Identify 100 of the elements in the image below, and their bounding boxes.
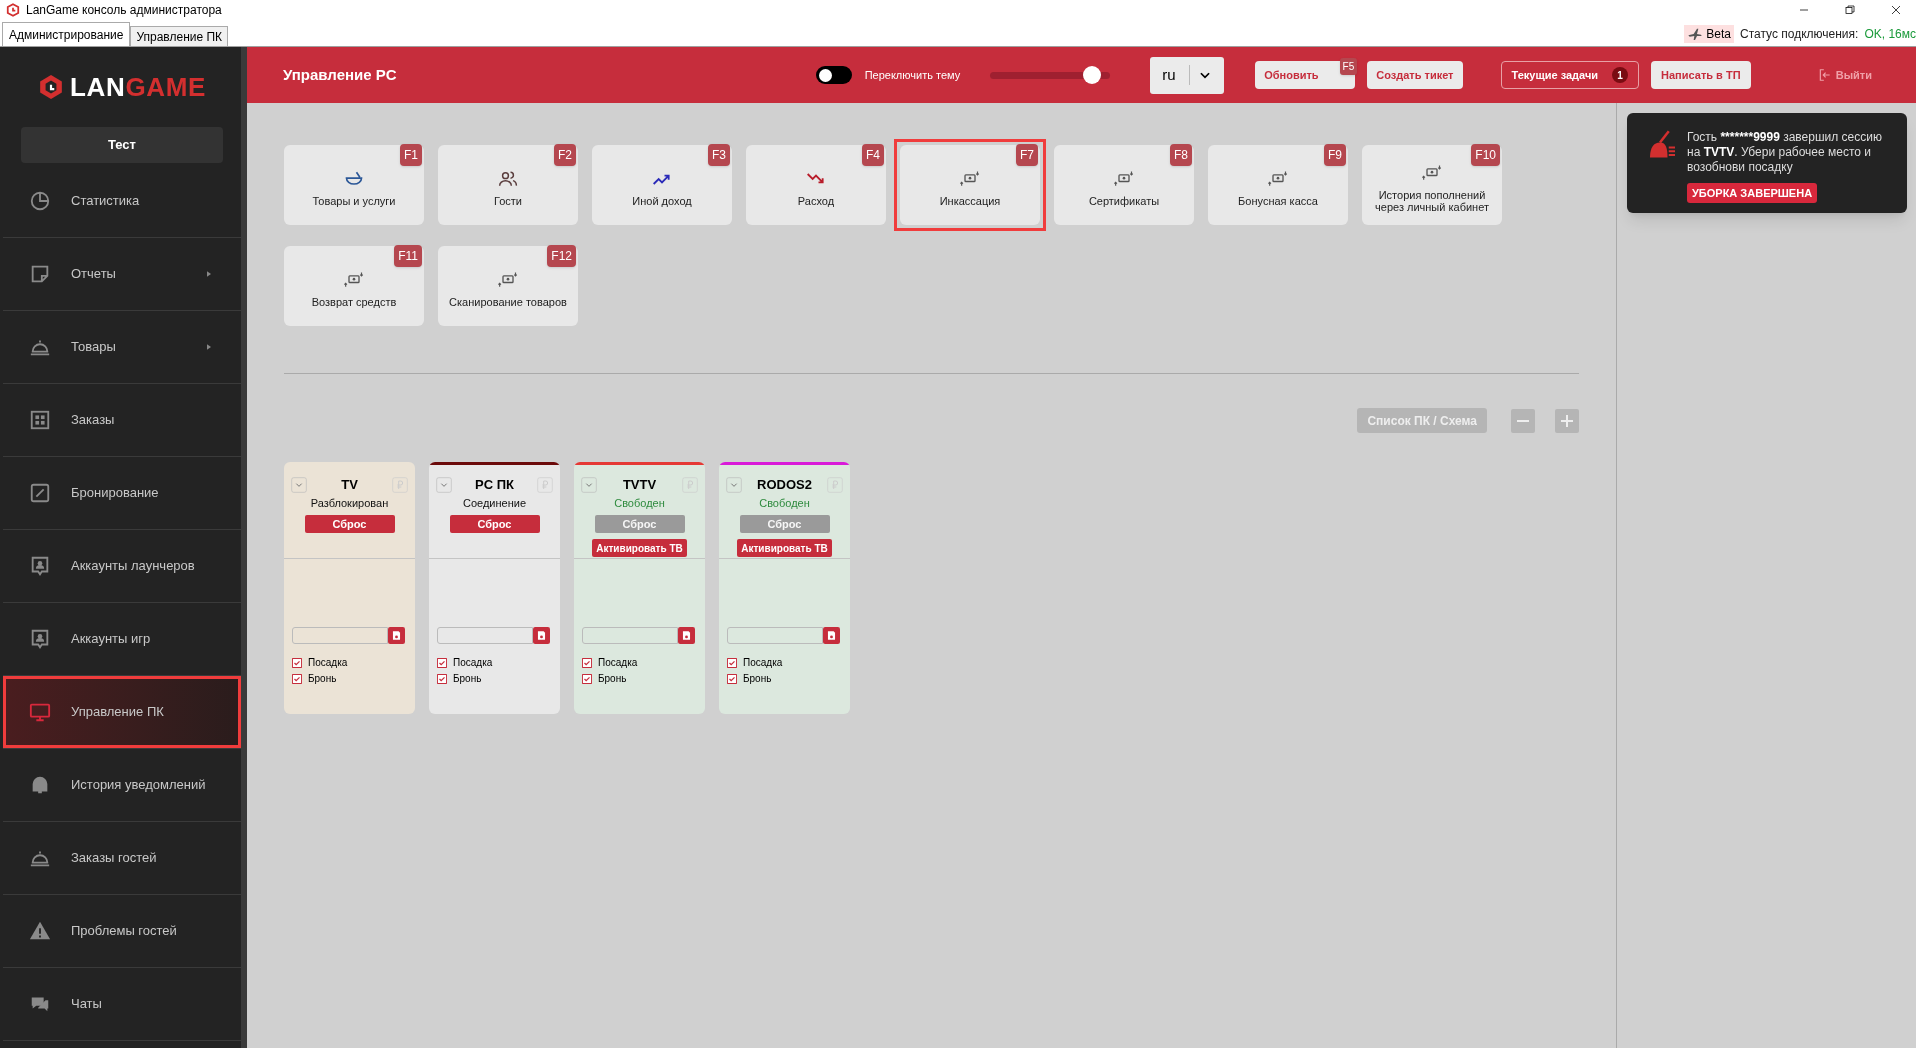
action-tile[interactable]: F9 Бонусная касса (1208, 145, 1348, 225)
tab[interactable]: Управление ПК (130, 26, 229, 46)
edit-icon (29, 482, 51, 504)
action-tile[interactable]: F8 Сертификаты (1054, 145, 1194, 225)
checkbox-label: Бронь (308, 672, 337, 686)
support-button[interactable]: Написать в ТП (1651, 61, 1751, 89)
action-tile[interactable]: F12 Сканирование товаров (438, 246, 578, 326)
sidebar-item[interactable]: Аккаунты игр (3, 603, 241, 676)
notification-message: Гость *******9999 завершил сессию на TVTV. Убери рабочее место и возобнови посадку (1687, 130, 1883, 175)
reset-button[interactable]: Сброс (449, 515, 540, 533)
sidebar-item[interactable]: Заказы (3, 384, 241, 457)
pc-card[interactable]: TVTV Свободен Сброс Активировать ТВ Посадка Бронь (574, 462, 705, 714)
pc-status: Соединение (463, 495, 526, 511)
action-tile[interactable]: F2 Гости (438, 145, 578, 225)
theme-toggle[interactable] (815, 66, 852, 84)
theme-toggle-label: Переключить тему (864, 67, 961, 83)
action-tile[interactable]: F4 Расход (746, 145, 886, 225)
pc-card[interactable]: RODOS2 Свободен Сброс Активировать ТВ Посадка Бронь (719, 462, 850, 714)
sidebar-item[interactable]: Управление ПК (3, 676, 241, 749)
action-tile[interactable]: F10 История пополнений через личный кабинет (1362, 145, 1502, 225)
note-field[interactable] (582, 627, 678, 644)
note-field[interactable] (292, 627, 388, 644)
cleaning-done-button[interactable]: УБОРКА ЗАВЕРШЕНА (1687, 183, 1818, 203)
shortcut-badge: F4 (862, 144, 884, 166)
logout-icon (1817, 68, 1832, 82)
sidebar-item[interactable]: Чаты (3, 968, 241, 1041)
pc-card[interactable]: TV Разблокирован Сброс Посадка Бронь (284, 462, 415, 714)
checkbox[interactable] (727, 673, 737, 684)
shortcut-badge: F11 (394, 245, 422, 267)
restore-icon[interactable] (1844, 4, 1856, 16)
page-title: Управление PC (283, 64, 397, 85)
current-tasks-button[interactable]: Текущие задачи 1 (1500, 61, 1640, 89)
checkbox-label: Посадка (453, 656, 493, 670)
save-icon[interactable] (388, 627, 405, 644)
shortcut-badge: F7 (1016, 144, 1038, 166)
sidebar-item[interactable]: Бронирование (3, 457, 241, 530)
close-icon[interactable] (1890, 4, 1902, 16)
pc-name: RODOS2 (756, 476, 813, 494)
checkbox[interactable] (727, 657, 737, 668)
action-tile[interactable]: F3 Иной доход (592, 145, 732, 225)
checkbox[interactable] (292, 657, 302, 668)
checkbox-label: Бронь (453, 672, 482, 686)
pc-status: Разблокирован (310, 495, 389, 511)
checkbox[interactable] (437, 673, 447, 684)
profile-button[interactable]: Тест (21, 127, 223, 163)
warning-icon (29, 920, 51, 942)
checkbox[interactable] (582, 673, 592, 684)
status-label: Статус подключения: (1740, 26, 1859, 43)
sidebar-item[interactable]: Отчеты (3, 238, 241, 311)
tab[interactable]: Администрирование (2, 22, 131, 46)
shortcut-badge: F3 (708, 144, 730, 166)
action-tile[interactable]: F1 Товары и услуги (284, 145, 424, 225)
activate-tv-button[interactable]: Активировать ТВ (592, 539, 687, 557)
sidebar-item[interactable]: Товары (3, 311, 241, 384)
sidebar-item[interactable]: История уведомлений (3, 749, 241, 822)
language-select[interactable]: ru (1150, 56, 1225, 94)
user-card-icon (29, 555, 51, 577)
window-title: LanGame консоль администратора (26, 2, 222, 19)
checkbox-label: Посадка (743, 656, 783, 670)
action-tile[interactable]: F7 Инкассация (900, 145, 1040, 225)
save-icon[interactable] (678, 627, 695, 644)
pc-card[interactable]: PC ПК Соединение Сброс Посадка Бронь (429, 462, 560, 714)
monitor-icon (29, 701, 51, 723)
user-card-icon (29, 628, 51, 650)
create-ticket-button[interactable]: Создать тикет (1367, 61, 1463, 89)
checkbox[interactable] (292, 673, 302, 684)
action-tile[interactable]: F11 Возврат средств (284, 246, 424, 326)
checkbox[interactable] (437, 657, 447, 668)
airplane-icon (1687, 26, 1704, 42)
note-field[interactable] (437, 627, 533, 644)
shortcut-badge: F1 (400, 144, 422, 166)
status-value: OK, 16мс (1864, 26, 1916, 43)
save-icon[interactable] (533, 627, 550, 644)
shortcut-badge: F10 (1471, 144, 1500, 166)
slider-thumb[interactable] (1083, 65, 1102, 84)
note-field[interactable] (727, 627, 823, 644)
logo-text: LANGAME (70, 74, 206, 100)
sidebar-item[interactable]: Проблемы гостей (3, 895, 241, 968)
count-badge: 1 (1612, 67, 1629, 83)
shortcut-badge: F9 (1324, 144, 1346, 166)
checkbox[interactable] (582, 657, 592, 668)
shortcut-badge: F2 (554, 144, 576, 166)
app-logo-icon (6, 3, 20, 17)
reset-button[interactable]: Сброс (304, 515, 395, 533)
checkbox-label: Посадка (308, 656, 348, 670)
sidebar-item[interactable]: Заказы гостей (3, 822, 241, 895)
checkbox-label: Бронь (743, 672, 772, 686)
activate-tv-button[interactable]: Активировать ТВ (737, 539, 832, 557)
pc-name: PC ПК (474, 476, 515, 494)
pie-chart-icon (29, 190, 51, 212)
pc-name: TV (340, 476, 359, 494)
shortcut-badge: F5 (1339, 58, 1358, 75)
sidebar-item[interactable]: Аккаунты лаунчеров (3, 530, 241, 603)
logo-icon (38, 72, 64, 102)
sidebar-item[interactable]: Статистика (3, 165, 241, 238)
note-icon (29, 263, 51, 285)
shortcut-badge: F12 (547, 245, 576, 267)
save-icon[interactable] (823, 627, 840, 644)
checkbox-label: Посадка (598, 656, 638, 670)
grid-icon (29, 409, 51, 431)
